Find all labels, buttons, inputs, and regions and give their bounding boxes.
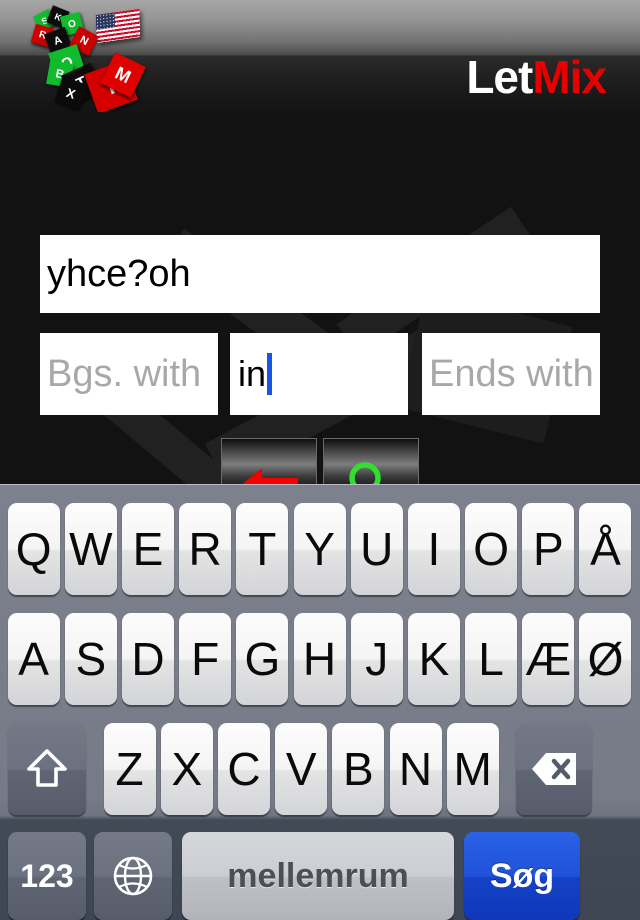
contains-input-value: in bbox=[238, 353, 267, 394]
text-caret bbox=[267, 353, 273, 395]
key-g[interactable]: G bbox=[236, 613, 289, 705]
magnifier-icon bbox=[349, 462, 381, 484]
keyboard-row-3: Z X C V B N M bbox=[0, 723, 640, 815]
key-ae[interactable]: Æ bbox=[522, 613, 575, 705]
key-z[interactable]: Z bbox=[103, 723, 156, 815]
key-f[interactable]: F bbox=[179, 613, 232, 705]
search-button[interactable] bbox=[323, 438, 419, 484]
key-l[interactable]: L bbox=[465, 613, 518, 705]
virtual-keyboard: Q W E R T Y U I O P Å A S D F G H J K L … bbox=[0, 484, 640, 920]
keyboard-row-1: Q W E R T Y U I O P Å bbox=[0, 503, 640, 595]
ends-with-placeholder: Ends with bbox=[429, 352, 594, 395]
key-a[interactable]: A bbox=[7, 613, 60, 705]
key-c[interactable]: C bbox=[217, 723, 270, 815]
globe-icon bbox=[113, 856, 153, 896]
key-y[interactable]: Y bbox=[293, 503, 346, 595]
key-v[interactable]: V bbox=[275, 723, 328, 815]
word-input[interactable]: yhce?oh bbox=[40, 235, 600, 313]
key-e[interactable]: E bbox=[121, 503, 174, 595]
keyboard-row-2: A S D F G H J K L Æ Ø bbox=[0, 613, 640, 705]
globe-language-key[interactable] bbox=[94, 832, 172, 920]
begins-with-placeholder: Bgs. with bbox=[47, 352, 202, 395]
key-r[interactable]: R bbox=[179, 503, 232, 595]
key-s[interactable]: S bbox=[64, 613, 117, 705]
shift-arrow-icon bbox=[27, 749, 67, 787]
key-h[interactable]: H bbox=[293, 613, 346, 705]
key-u[interactable]: U bbox=[350, 503, 403, 595]
us-flag-icon bbox=[95, 8, 141, 44]
begins-with-input[interactable]: Bgs. with bbox=[40, 333, 218, 415]
left-arrow-icon bbox=[242, 468, 298, 484]
space-key[interactable]: mellemrum bbox=[182, 832, 454, 920]
key-d[interactable]: D bbox=[121, 613, 174, 705]
search-return-key[interactable]: Søg bbox=[464, 832, 580, 920]
ends-with-input[interactable]: Ends with bbox=[422, 333, 600, 415]
dice-letters-logo: S K O R A N O B T X I M bbox=[28, 4, 158, 112]
key-j[interactable]: J bbox=[350, 613, 403, 705]
key-aring[interactable]: Å bbox=[579, 503, 632, 595]
key-n[interactable]: N bbox=[389, 723, 442, 815]
brand-mix: Mix bbox=[532, 51, 607, 103]
app-header: S K O R A N O B T X I M LetMix bbox=[0, 0, 640, 112]
key-o[interactable]: O bbox=[465, 503, 518, 595]
app-screen: S K O R A N O B T X I M LetMix yhce?oh B… bbox=[0, 0, 640, 920]
key-p[interactable]: P bbox=[522, 503, 575, 595]
app-brand-title: LetMix bbox=[466, 51, 607, 103]
contains-input[interactable]: in bbox=[230, 333, 408, 415]
key-m[interactable]: M bbox=[446, 723, 499, 815]
keyboard-row-4: 123 mellemrum Søg bbox=[0, 832, 640, 920]
key-i[interactable]: I bbox=[407, 503, 460, 595]
key-x[interactable]: X bbox=[160, 723, 213, 815]
shift-key[interactable] bbox=[8, 723, 86, 815]
key-k[interactable]: K bbox=[407, 613, 460, 705]
key-b[interactable]: B bbox=[332, 723, 385, 815]
key-oslash[interactable]: Ø bbox=[579, 613, 632, 705]
backspace-delete-icon bbox=[532, 753, 577, 785]
backspace-key[interactable] bbox=[516, 723, 593, 815]
key-q[interactable]: Q bbox=[7, 503, 60, 595]
back-button[interactable] bbox=[221, 438, 317, 484]
key-t[interactable]: T bbox=[236, 503, 289, 595]
main-content: yhce?oh Bgs. with in Ends with bbox=[0, 112, 640, 484]
brand-let: Let bbox=[466, 51, 533, 103]
key-w[interactable]: W bbox=[64, 503, 117, 595]
numeric-mode-key[interactable]: 123 bbox=[8, 832, 86, 920]
word-input-value: yhce?oh bbox=[47, 252, 191, 295]
